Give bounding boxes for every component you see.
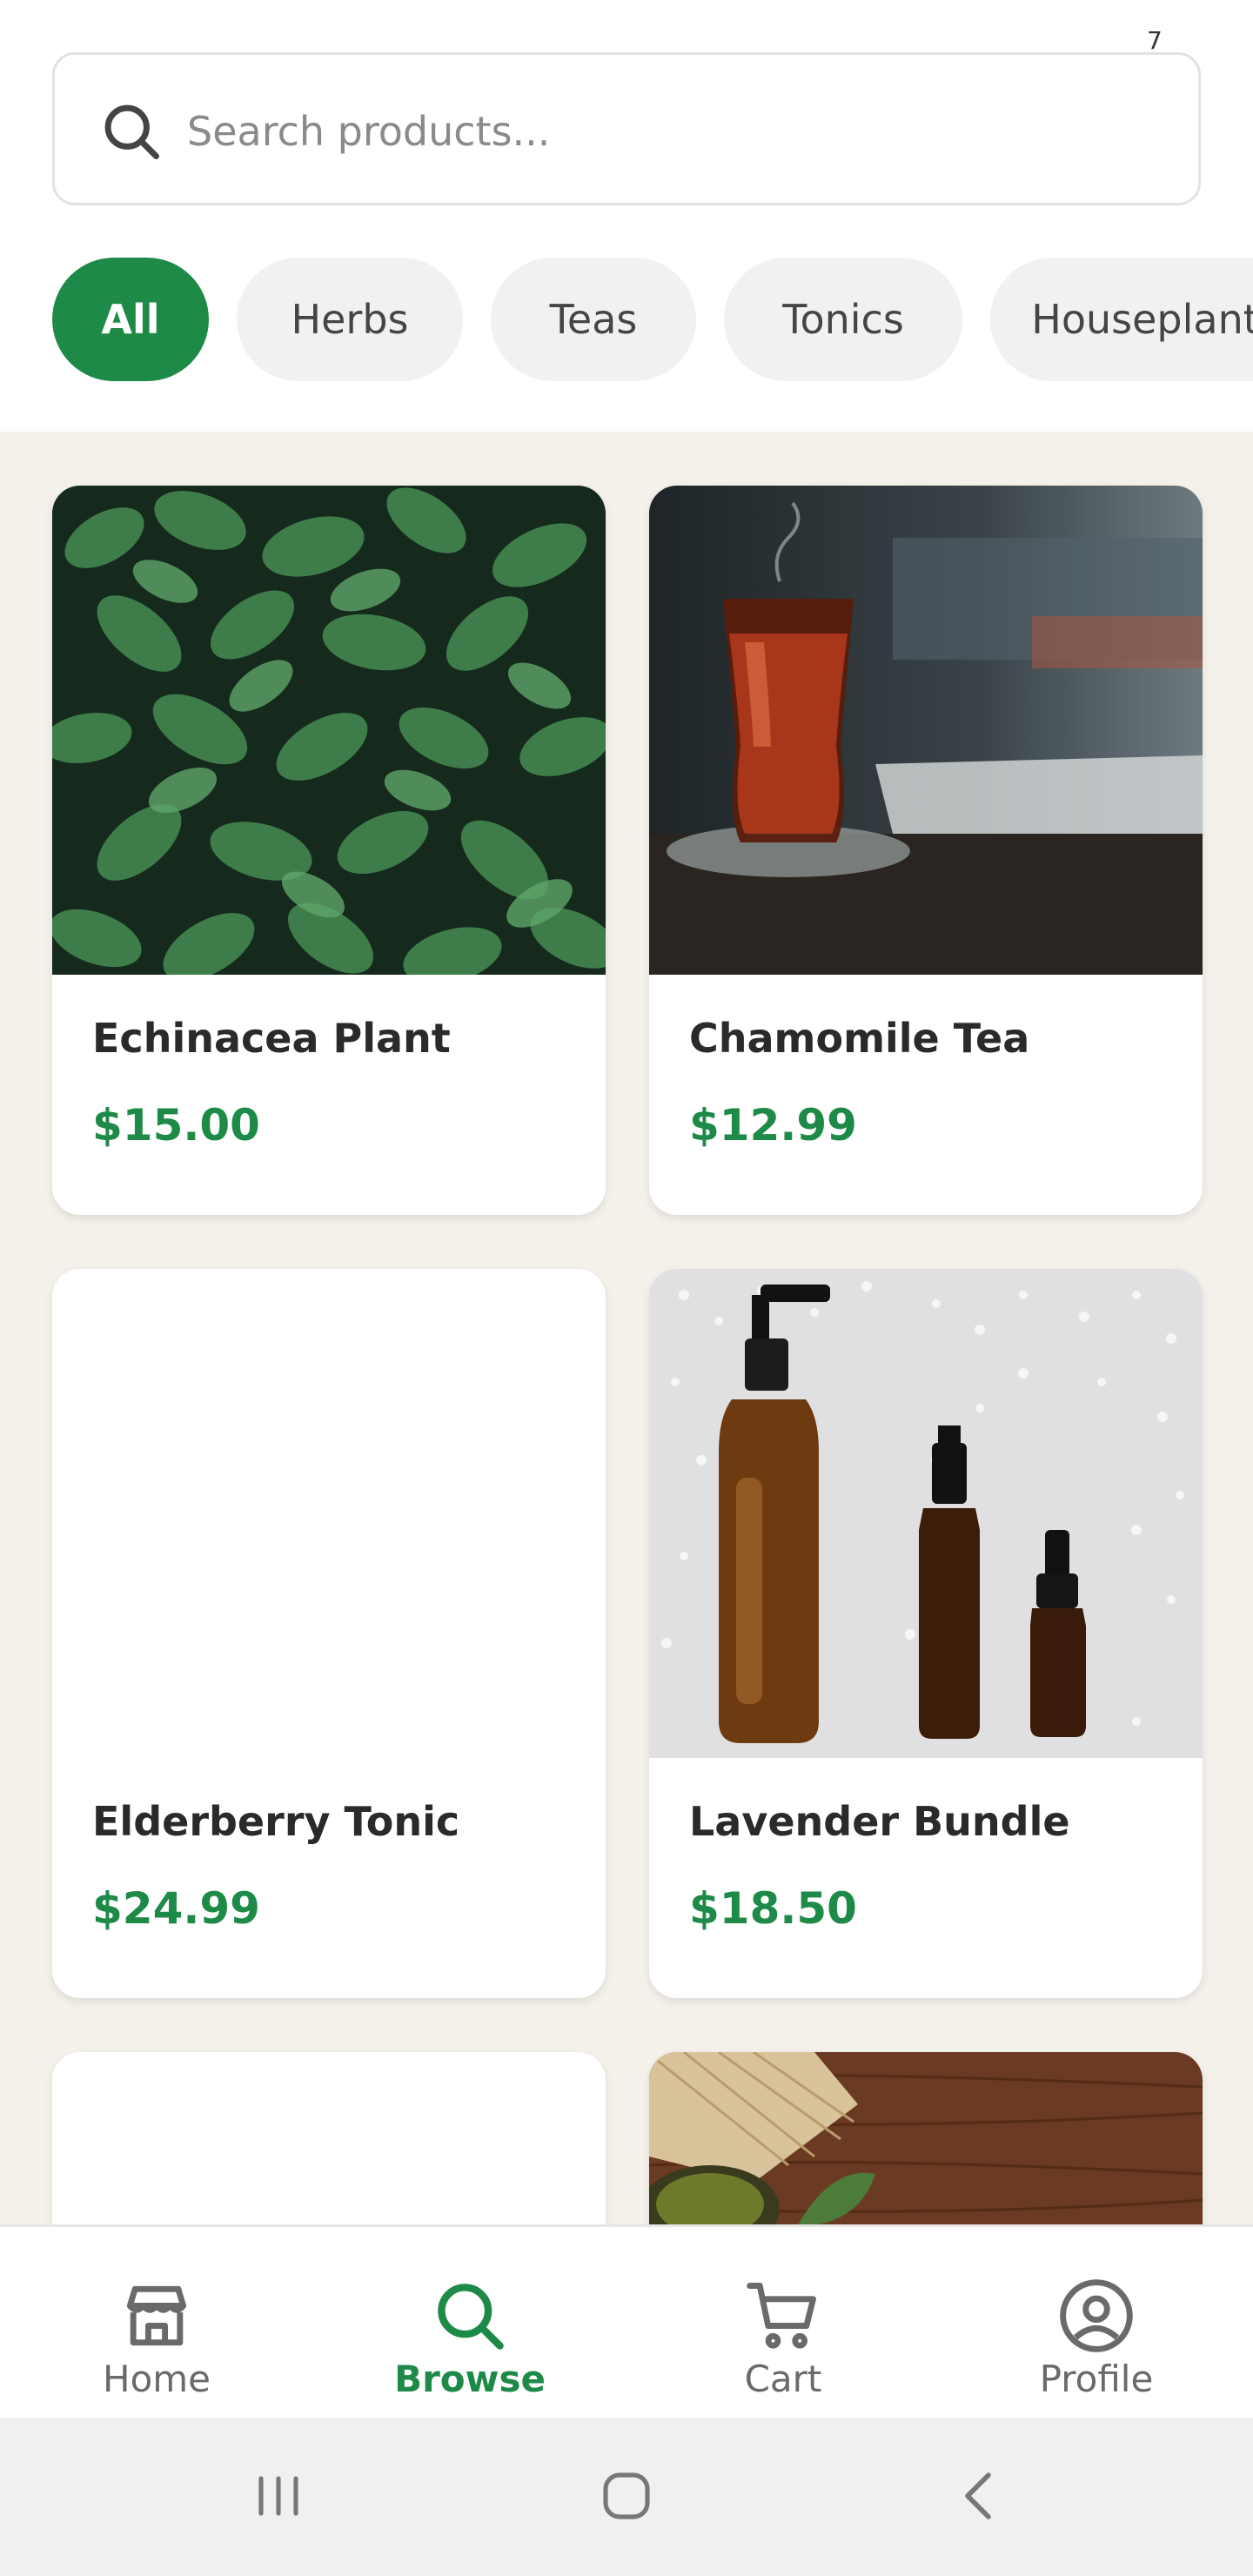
bottom-navigation: Home Browse Cart Profile [0, 2224, 1253, 2418]
nav-profile[interactable]: Profile [940, 2227, 1253, 2420]
nav-browse[interactable]: Browse [313, 2227, 626, 2420]
search-icon [104, 104, 159, 159]
product-image-lavender [649, 1269, 1203, 1758]
product-name: Chamomile Tea [689, 1015, 1030, 1062]
cart-icon [747, 2283, 816, 2349]
recent-apps-icon[interactable] [244, 2461, 313, 2531]
search-bar[interactable] [52, 52, 1201, 205]
chip-houseplants[interactable]: Houseplants [990, 258, 1253, 381]
product-price: $24.99 [92, 1883, 260, 1934]
product-name: Elderberry Tonic [92, 1798, 460, 1845]
product-card[interactable]: Elderberry Tonic $24.99 [52, 1269, 606, 1998]
product-price: $12.99 [689, 1100, 857, 1150]
product-image-echinacea [52, 486, 606, 975]
nav-cart[interactable]: Cart [626, 2227, 940, 2420]
nav-cart-label: Cart [744, 2358, 822, 2400]
nav-profile-label: Profile [1039, 2358, 1154, 2400]
product-price: $18.50 [689, 1883, 857, 1934]
product-price: $15.00 [92, 1100, 260, 1150]
chip-tonics[interactable]: Tonics [724, 258, 962, 381]
nav-home-label: Home [102, 2358, 211, 2400]
store-icon [126, 2285, 187, 2346]
user-circle-icon [1060, 2279, 1133, 2352]
product-card[interactable]: Echinacea Plant $15.00 [52, 486, 606, 1215]
product-card[interactable]: Chamomile Tea $12.99 [649, 486, 1203, 1215]
system-navigation-bar [0, 2418, 1253, 2576]
chip-teas[interactable]: Teas [491, 258, 696, 381]
nav-browse-label: Browse [394, 2358, 546, 2400]
chip-herbs[interactable]: Herbs [237, 258, 463, 381]
home-circle-icon[interactable] [592, 2461, 661, 2531]
product-image-chamomile [649, 486, 1203, 975]
status-indicator: 7 [1147, 26, 1163, 55]
nav-home[interactable]: Home [0, 2227, 313, 2420]
product-name: Echinacea Plant [92, 1015, 451, 1062]
chip-all[interactable]: All [52, 258, 209, 381]
product-image-placeholder [52, 1269, 606, 1758]
header-area: 7 AllHerbsTeasTonicsHouseplants [0, 0, 1253, 432]
product-name: Lavender Bundle [689, 1798, 1070, 1845]
category-chips: AllHerbsTeasTonicsHouseplants [52, 258, 1253, 381]
back-chevron-icon[interactable] [945, 2461, 1015, 2531]
search-icon [438, 2284, 504, 2350]
product-card[interactable]: Lavender Bundle $18.50 [649, 1269, 1203, 1998]
search-input[interactable] [187, 90, 1144, 173]
